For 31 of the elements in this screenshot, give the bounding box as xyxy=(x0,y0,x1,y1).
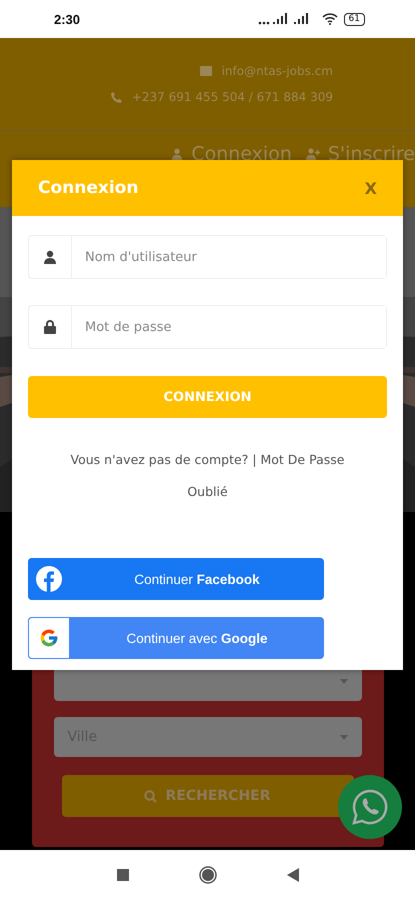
caret-icon xyxy=(340,734,348,740)
home-icon[interactable] xyxy=(198,866,216,884)
close-button[interactable]: X xyxy=(364,178,377,198)
dialog-title: Connexion xyxy=(38,178,138,198)
input-field[interactable]: Nom d'utilisateur xyxy=(28,235,387,279)
nav-link[interactable]: Connexion xyxy=(171,143,292,165)
back-icon[interactable] xyxy=(286,868,298,882)
wifi-icon xyxy=(322,13,338,25)
phone-icon xyxy=(110,92,122,102)
contact-phone: +237 691 455 504 / 671 884 309 xyxy=(132,90,333,104)
contact-email: info@ntas-jobs.cm xyxy=(222,64,333,78)
battery-indicator: 61 xyxy=(344,12,365,26)
nav-link[interactable]: S'inscrire xyxy=(306,143,415,165)
login-button[interactable]: CONNEXION xyxy=(28,376,387,418)
search-icon xyxy=(144,790,158,802)
google-icon xyxy=(39,628,59,648)
account-links[interactable]: Vous n'avez pas de compte? | Mot De Passe Oublié xyxy=(58,444,358,508)
whatsapp-icon xyxy=(352,789,388,825)
input-field[interactable]: Mot de passe xyxy=(28,305,387,349)
status-time: 2:30 xyxy=(54,12,80,26)
envelope-icon xyxy=(200,66,212,76)
search-button[interactable]: RECHERCHER xyxy=(62,775,354,817)
user-icon xyxy=(171,148,184,160)
google-login-button[interactable]: Continuer avec Google xyxy=(28,617,324,659)
user-icon xyxy=(43,250,57,264)
facebook-icon xyxy=(36,566,62,592)
lock-icon xyxy=(44,320,56,334)
recents-icon[interactable] xyxy=(116,869,128,881)
caret-icon xyxy=(340,678,348,684)
facebook-login-button[interactable]: Continuer Facebook xyxy=(28,558,324,600)
user-plus-icon xyxy=(306,148,320,160)
